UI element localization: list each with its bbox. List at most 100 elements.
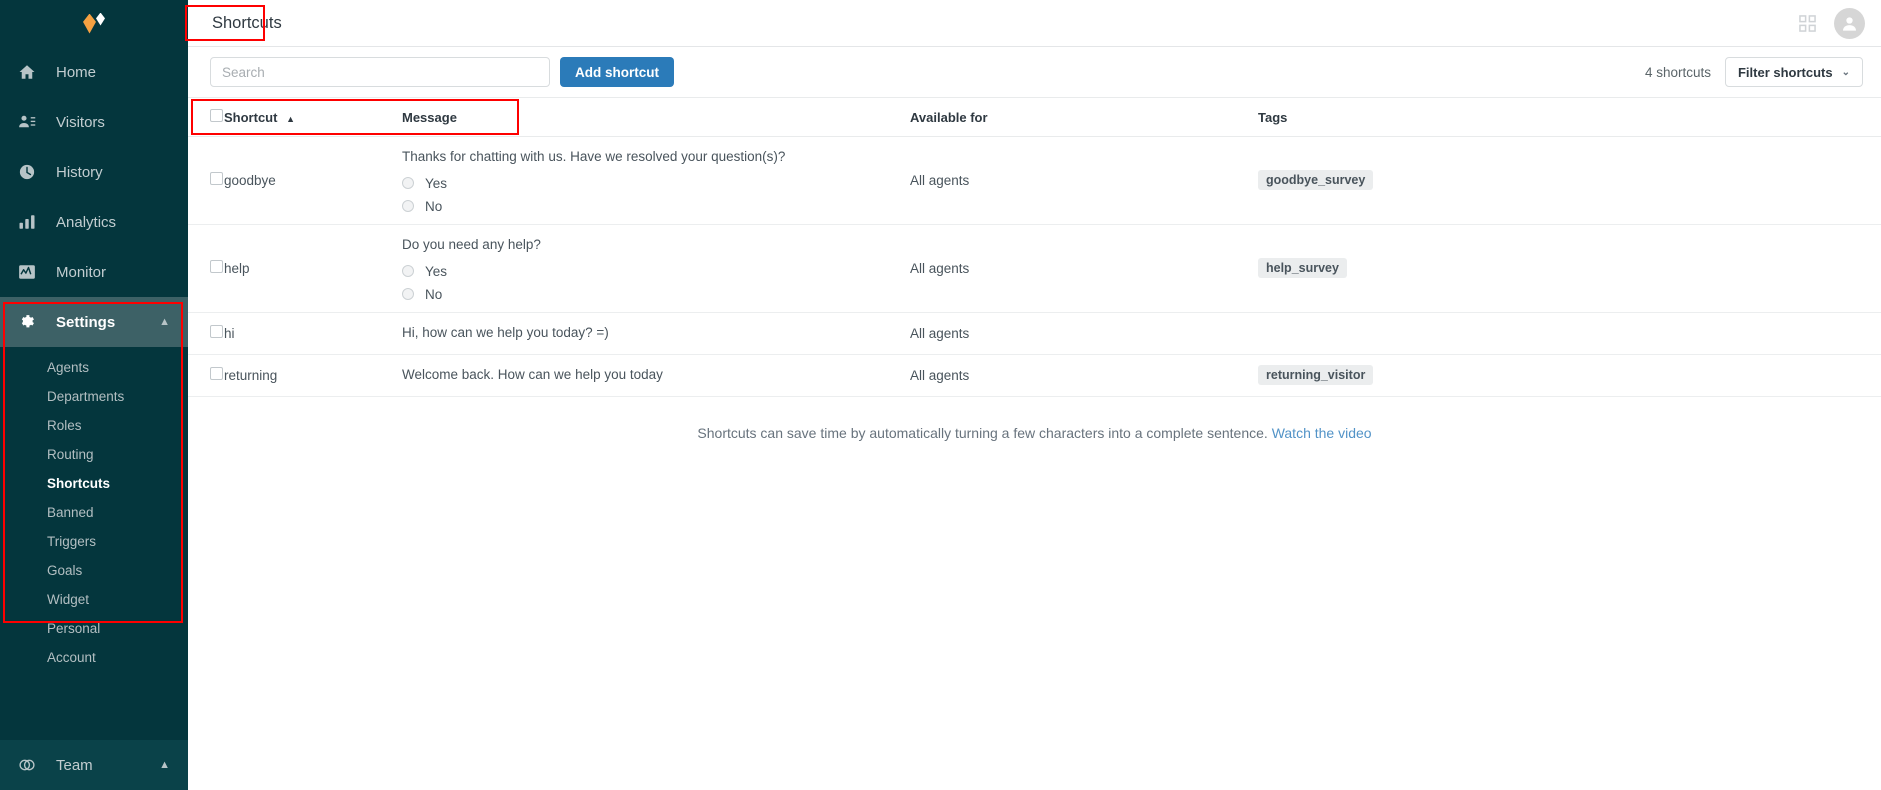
sidebar-item-monitor[interactable]: Monitor	[0, 247, 188, 297]
user-avatar-icon[interactable]	[1834, 7, 1865, 39]
chevron-up-icon: ▲	[159, 759, 170, 771]
table-body: goodbye Thanks for chatting with us. Hav…	[188, 136, 1881, 397]
sidebar-subitem-banned[interactable]: Banned	[0, 498, 188, 527]
sidebar-item-settings[interactable]: Settings ▲	[0, 297, 188, 347]
message-text: Thanks for chatting with us. Have we res…	[402, 149, 786, 164]
subitem-label: Roles	[47, 418, 82, 433]
analytics-bars-icon	[16, 211, 38, 233]
tag-badge: help_survey	[1258, 258, 1347, 279]
radio-icon[interactable]	[402, 177, 414, 190]
table-row[interactable]: returning Welcome back. How can we help …	[188, 354, 1881, 397]
cell-shortcut: goodbye	[224, 136, 402, 225]
column-header-shortcut[interactable]: Shortcut ▲	[224, 98, 402, 137]
row-checkbox[interactable]	[210, 172, 223, 186]
sidebar-item-team[interactable]: Team ▲	[0, 740, 188, 790]
column-label-available-for: Available for	[910, 109, 988, 125]
page-title: Shortcuts	[212, 13, 282, 32]
toolbar-right: 4 shortcuts Filter shortcuts ⌄	[1645, 57, 1863, 87]
cell-tags: help_survey	[1258, 224, 1881, 313]
sidebar-subitem-widget[interactable]: Widget	[0, 585, 188, 614]
sidebar-subitem-roles[interactable]: Roles	[0, 411, 188, 440]
option-label: Yes	[425, 263, 448, 279]
row-select-cell	[188, 136, 224, 225]
sidebar-subitem-goals[interactable]: Goals	[0, 556, 188, 585]
topbar-actions	[1799, 7, 1865, 39]
sidebar-subitem-shortcuts[interactable]: Shortcuts	[0, 469, 188, 498]
message-option[interactable]: No	[402, 199, 910, 214]
radio-icon[interactable]	[402, 265, 414, 278]
logo-diamond-white	[96, 12, 105, 26]
select-all-checkbox[interactable]	[210, 109, 223, 122]
subitem-label: Banned	[47, 505, 94, 520]
sidebar-item-home[interactable]: Home	[0, 47, 188, 97]
home-icon	[16, 61, 38, 83]
subitem-label: Triggers	[47, 534, 97, 549]
message-option[interactable]: Yes	[402, 264, 910, 279]
sidebar-item-label: History	[56, 163, 103, 181]
subitem-label: Goals	[47, 563, 83, 578]
row-select-cell	[188, 354, 224, 397]
logo-area[interactable]	[0, 0, 188, 47]
logo-diamond-orange	[83, 13, 96, 34]
cell-available-for: All agents	[910, 354, 1258, 397]
subitem-label: Agents	[47, 360, 90, 375]
team-icon	[16, 754, 38, 776]
column-label-message: Message	[402, 109, 457, 125]
sidebar-item-label: Visitors	[56, 113, 105, 131]
column-label-shortcut: Shortcut	[224, 109, 278, 125]
sidebar-item-label: Team	[56, 756, 93, 774]
row-select-cell	[188, 224, 224, 313]
apps-grid-icon[interactable]	[1799, 14, 1816, 32]
message-option[interactable]: No	[402, 287, 910, 302]
table-row[interactable]: goodbye Thanks for chatting with us. Hav…	[188, 136, 1881, 225]
column-header-message[interactable]: Message	[402, 98, 910, 137]
search-input[interactable]	[210, 57, 550, 87]
footer-note-text: Shortcuts can save time by automatically…	[697, 424, 1268, 441]
main-content: Shortcuts Add shortcut 4 shortcuts	[185, 0, 1881, 790]
radio-icon[interactable]	[402, 288, 414, 301]
sidebar: Home Visitors History Analytics Monitor	[0, 0, 188, 790]
cell-shortcut: hi	[224, 312, 402, 355]
cell-message: Welcome back. How can we help you today	[402, 354, 910, 397]
cell-available-for: All agents	[910, 224, 1258, 313]
sidebar-item-visitors[interactable]: Visitors	[0, 97, 188, 147]
option-label: Yes	[425, 175, 448, 191]
chevron-down-icon: ⌄	[1841, 66, 1850, 78]
message-text: Hi, how can we help you today? =)	[402, 324, 609, 340]
column-label-tags: Tags	[1258, 109, 1288, 125]
sidebar-subitem-departments[interactable]: Departments	[0, 382, 188, 411]
cell-shortcut: help	[224, 224, 402, 313]
toolbar: Add shortcut 4 shortcuts Filter shortcut…	[188, 47, 1881, 98]
filter-shortcuts-button[interactable]: Filter shortcuts ⌄	[1724, 57, 1863, 87]
table-row[interactable]: help Do you need any help? Yes No All ag…	[188, 224, 1881, 313]
column-header-available-for[interactable]: Available for	[910, 98, 1258, 137]
column-header-tags[interactable]: Tags	[1258, 98, 1881, 137]
sidebar-item-analytics[interactable]: Analytics	[0, 197, 188, 247]
table-header-row: Shortcut ▲ Message Available for Tags	[188, 98, 1881, 137]
message-option[interactable]: Yes	[402, 176, 910, 191]
sidebar-subitem-routing[interactable]: Routing	[0, 440, 188, 469]
table-row[interactable]: hi Hi, how can we help you today? =) All…	[188, 312, 1881, 355]
row-checkbox[interactable]	[210, 260, 223, 274]
shortcut-count-label: 4 shortcuts	[1644, 64, 1711, 80]
visitors-icon	[16, 111, 38, 133]
footer-note: Shortcuts can save time by automatically…	[188, 397, 1881, 441]
row-checkbox[interactable]	[210, 325, 223, 339]
cell-available-for: All agents	[910, 312, 1258, 355]
sidebar-subitem-agents[interactable]: Agents	[0, 353, 188, 382]
gear-icon	[16, 311, 38, 333]
add-shortcut-button[interactable]: Add shortcut	[560, 57, 674, 87]
sidebar-subitem-triggers[interactable]: Triggers	[0, 527, 188, 556]
sidebar-item-history[interactable]: History	[0, 147, 188, 197]
app-root: Home Visitors History Analytics Monitor	[0, 0, 1881, 790]
watch-video-link[interactable]: Watch the video	[1272, 425, 1372, 441]
sidebar-subitem-personal[interactable]: Personal	[0, 614, 188, 643]
sidebar-item-label: Home	[56, 63, 97, 81]
sidebar-subitem-account[interactable]: Account	[0, 643, 188, 672]
radio-icon[interactable]	[402, 200, 414, 213]
select-all-header	[188, 98, 224, 137]
row-checkbox[interactable]	[210, 367, 223, 381]
settings-submenu: Agents Departments Roles Routing Shortcu…	[0, 347, 188, 682]
cell-tags: returning_visitor	[1258, 354, 1881, 397]
cell-shortcut: returning	[224, 354, 402, 397]
